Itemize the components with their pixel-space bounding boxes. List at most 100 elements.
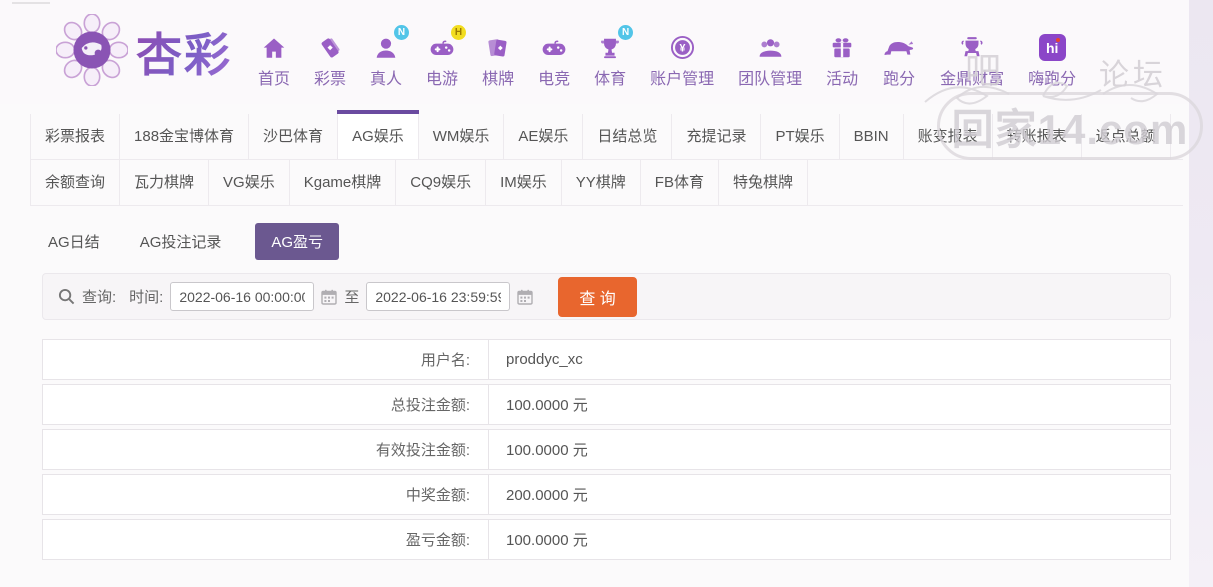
logo-text: 杏彩 bbox=[136, 19, 232, 85]
nav-label: 跑分 bbox=[883, 71, 916, 88]
row-label: 总投注金额: bbox=[43, 385, 489, 424]
query-label: 查询: bbox=[82, 289, 117, 306]
calendar-icon[interactable] bbox=[517, 289, 534, 305]
nav-item-paofen[interactable]: 跑分 bbox=[870, 31, 928, 89]
tab-wm-entertainment[interactable]: WM娱乐 bbox=[419, 114, 505, 159]
ag-subtabs: AG日结 AG投注记录 AG盈亏 bbox=[42, 223, 1171, 260]
ag-profit-report: 用户名: proddyc_xc 总投注金额: 100.0000 元 有效投注金额… bbox=[42, 339, 1171, 560]
row-value: proddyc_xc bbox=[506, 351, 583, 368]
tab-row-1: 彩票报表 188金宝博体育 沙巴体育 AG娱乐 WM娱乐 AE娱乐 日结总览 充… bbox=[30, 110, 1183, 160]
notification-dot bbox=[1055, 38, 1060, 42]
page-right-gradient bbox=[1189, 0, 1213, 587]
table-row: 中奖金额: 200.0000 元 bbox=[42, 474, 1171, 515]
tab-shaba-sport[interactable]: 沙巴体育 bbox=[249, 114, 339, 159]
tab-kgame-boardgames[interactable]: Kgame棋牌 bbox=[290, 160, 397, 205]
tab-fb-sport[interactable]: FB体育 bbox=[641, 160, 719, 205]
row-value: 100.0000 元 bbox=[506, 442, 588, 459]
nav-item-egames[interactable]: H 电游 bbox=[414, 25, 470, 89]
tab-vg-entertainment[interactable]: VG娱乐 bbox=[209, 160, 290, 205]
date-from-input[interactable] bbox=[170, 282, 315, 311]
row-label: 有效投注金额: bbox=[43, 430, 489, 469]
nav-label: 电竞 bbox=[538, 71, 571, 88]
nav-item-hi-paofen[interactable]: hi 嗨跑分 bbox=[1016, 31, 1088, 89]
tab-daily-summary[interactable]: 日结总览 bbox=[583, 114, 673, 159]
nav-label: 活动 bbox=[826, 71, 859, 88]
new-badge: N bbox=[618, 25, 634, 40]
nav-label: 首页 bbox=[258, 71, 291, 88]
subtab-ag-profit[interactable]: AG盈亏 bbox=[255, 223, 340, 260]
site-logo[interactable]: 杏彩 bbox=[55, 12, 232, 91]
nav-item-activity[interactable]: 活动 bbox=[814, 31, 870, 89]
tab-ag-entertainment[interactable]: AG娱乐 bbox=[337, 110, 419, 159]
nav-label: 彩票 bbox=[314, 71, 347, 88]
search-bar: 查询: 时间: 至 查 询 bbox=[42, 273, 1171, 320]
tab-bbin[interactable]: BBIN bbox=[840, 114, 904, 159]
coin-icon: ¥ bbox=[669, 31, 696, 61]
nav-item-sports[interactable]: N 体育 bbox=[582, 25, 638, 89]
search-button[interactable]: 查 询 bbox=[558, 276, 637, 317]
gift-icon bbox=[829, 31, 855, 61]
trophy-icon: N bbox=[597, 25, 634, 61]
nav-item-home[interactable]: 首页 bbox=[246, 31, 302, 89]
calendar-icon[interactable] bbox=[321, 289, 338, 305]
tab-rebate-total[interactable]: 返点总额 bbox=[1082, 114, 1171, 159]
tab-deposit-withdraw-records[interactable]: 充提记录 bbox=[672, 114, 762, 159]
main-menu: 首页 彩票 N 真人 H 电游 棋牌 电竞 N 体育 ¥ 账户管理 团队管理 活… bbox=[246, 25, 1088, 89]
nav-label: 体育 bbox=[594, 71, 627, 88]
hi-icon: hi bbox=[1038, 31, 1066, 61]
gamepad-icon: H bbox=[428, 25, 467, 61]
person-icon: N bbox=[373, 25, 410, 61]
table-row: 总投注金额: 100.0000 元 bbox=[42, 384, 1171, 425]
tab-188-sport[interactable]: 188金宝博体育 bbox=[120, 114, 250, 159]
ticket-icon bbox=[317, 31, 343, 61]
nav-label: 金鼎财富 bbox=[940, 71, 1005, 88]
platform-tabs: 彩票报表 188金宝博体育 沙巴体育 AG娱乐 WM娱乐 AE娱乐 日结总览 充… bbox=[30, 110, 1183, 206]
tab-tetu-boardgames[interactable]: 特兔棋牌 bbox=[719, 160, 808, 205]
tab-yy-boardgames[interactable]: YY棋牌 bbox=[562, 160, 641, 205]
row-value: 200.0000 元 bbox=[506, 487, 588, 504]
nav-item-esports[interactable]: 电竞 bbox=[526, 31, 582, 89]
cards-icon bbox=[485, 31, 511, 61]
nav-item-account-management[interactable]: ¥ 账户管理 bbox=[638, 31, 726, 89]
nav-item-boardgames[interactable]: 棋牌 bbox=[470, 31, 526, 89]
date-to-input[interactable] bbox=[366, 282, 511, 311]
nav-label: 电游 bbox=[426, 71, 459, 88]
rhino-icon bbox=[882, 31, 916, 61]
tab-balance-query[interactable]: 余额查询 bbox=[30, 160, 121, 205]
tab-im-entertainment[interactable]: IM娱乐 bbox=[486, 160, 562, 205]
home-icon bbox=[261, 31, 287, 61]
table-row: 盈亏金额: 100.0000 元 bbox=[42, 519, 1171, 560]
tab-pt-entertainment[interactable]: PT娱乐 bbox=[761, 114, 840, 159]
search-icon bbox=[58, 288, 75, 305]
svg-text:¥: ¥ bbox=[679, 42, 685, 54]
nav-item-live[interactable]: N 真人 bbox=[358, 25, 414, 89]
nav-item-team-management[interactable]: 团队管理 bbox=[726, 31, 814, 89]
gamepad-icon bbox=[540, 31, 568, 61]
tab-cq9-entertainment[interactable]: CQ9娱乐 bbox=[396, 160, 487, 205]
row-label: 用户名: bbox=[43, 340, 489, 379]
nav-item-lottery[interactable]: 彩票 bbox=[302, 31, 358, 89]
tripod-icon bbox=[959, 31, 985, 61]
tab-transfer-report[interactable]: 转账报表 bbox=[993, 114, 1082, 159]
to-label: 至 bbox=[344, 289, 360, 306]
nav-label: 真人 bbox=[370, 71, 403, 88]
subtab-ag-bet-records[interactable]: AG投注记录 bbox=[134, 223, 228, 260]
subtab-ag-daily[interactable]: AG日结 bbox=[42, 223, 106, 260]
tab-account-change-report[interactable]: 账变报表 bbox=[904, 114, 993, 159]
tab-ae-entertainment[interactable]: AE娱乐 bbox=[504, 114, 584, 159]
row-value: 100.0000 元 bbox=[506, 532, 588, 549]
row-label: 盈亏金额: bbox=[43, 520, 489, 559]
hot-badge: H bbox=[451, 25, 467, 40]
team-icon bbox=[757, 31, 784, 61]
tab-wali-boardgames[interactable]: 瓦力棋牌 bbox=[120, 160, 210, 205]
nav-label: 嗨跑分 bbox=[1028, 71, 1077, 88]
nav-label: 团队管理 bbox=[738, 71, 803, 88]
tab-row-2: 余额查询 瓦力棋牌 VG娱乐 Kgame棋牌 CQ9娱乐 IM娱乐 YY棋牌 F… bbox=[30, 160, 1183, 206]
logo-flower-icon bbox=[55, 12, 129, 91]
row-value: 100.0000 元 bbox=[506, 397, 588, 414]
tab-lottery-report[interactable]: 彩票报表 bbox=[30, 114, 121, 159]
nav-label: 棋牌 bbox=[482, 71, 515, 88]
nav-item-jinding-wealth[interactable]: 金鼎财富 bbox=[928, 31, 1016, 89]
top-navigation: 杏彩 首页 彩票 N 真人 H 电游 棋牌 电竞 N 体育 ¥ 账户管理 团队管… bbox=[0, 0, 1213, 104]
top-edge-dash bbox=[12, 2, 50, 4]
